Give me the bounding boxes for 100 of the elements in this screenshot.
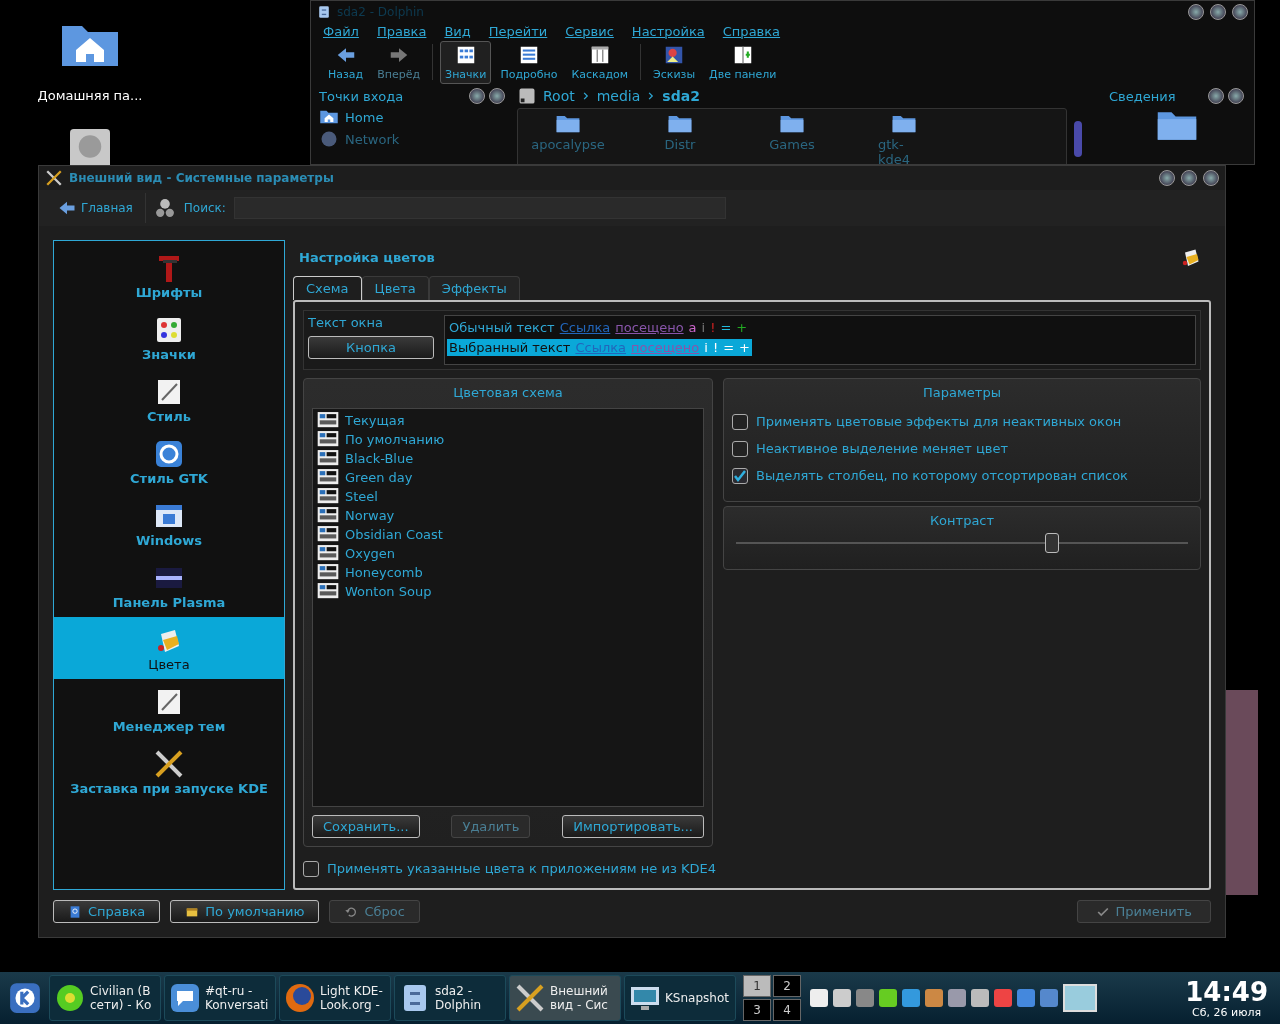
help-button[interactable]: Справка: [53, 900, 161, 923]
clock-time[interactable]: 14:49: [1185, 977, 1268, 1006]
window-text-sample: Текст окна: [308, 315, 384, 330]
list-item[interactable]: Текущая: [317, 411, 699, 430]
desktop-icon-label[interactable]: Домашняя па...: [37, 88, 143, 103]
sidebar-item[interactable]: Шрифты: [54, 245, 284, 307]
tab[interactable]: Цвета: [361, 276, 429, 300]
sample-text: =: [720, 320, 732, 335]
clock-date: Сб, 26 июля: [1192, 1005, 1262, 1019]
sidebar-item[interactable]: Заставка при запуске KDE: [54, 741, 284, 803]
sidebar-item[interactable]: Значки: [54, 307, 284, 369]
list-item[interactable]: Wonton Soup: [317, 582, 699, 601]
list-item[interactable]: Norway: [317, 506, 699, 525]
group-title: Параметры: [922, 384, 1002, 402]
list-item[interactable]: Oxygen: [317, 544, 699, 563]
close-button[interactable]: [489, 88, 505, 104]
action-button[interactable]: Импортировать...: [562, 815, 704, 838]
sidebar-item[interactable]: Менеджер тем: [54, 679, 284, 741]
menu-item[interactable]: Правка: [376, 24, 427, 39]
breadcrumb-item[interactable]: media: [596, 88, 641, 104]
action-button[interactable]: Сохранить...: [312, 815, 420, 838]
breadcrumb-item[interactable]: sda2: [662, 88, 700, 104]
speech-bubble-icon: [169, 982, 201, 1014]
drive-icon: [517, 86, 537, 106]
breadcrumb-item[interactable]: Root: [543, 88, 575, 104]
desktop-pager-button[interactable]: 4: [773, 999, 801, 1021]
task-button[interactable]: Civilian (В сети) - Ко: [49, 975, 161, 1021]
minimize-button[interactable]: [1188, 4, 1204, 20]
list-item[interactable]: Green day: [317, 468, 699, 487]
checkbox[interactable]: [303, 860, 319, 877]
task-label: Look.org -: [320, 998, 381, 1012]
slider-thumb[interactable]: [1045, 533, 1060, 553]
close-button[interactable]: [1203, 170, 1219, 186]
task-button[interactable]: #qt-ru - Konversati: [164, 975, 276, 1021]
window-title: Внешний вид - Системные параметры: [69, 171, 334, 185]
task-label: вид - Сис: [550, 998, 608, 1012]
task-button[interactable]: Light KDE- Look.org -: [279, 975, 391, 1021]
menu-item[interactable]: Справка: [722, 24, 781, 39]
menu-item[interactable]: Настройка: [631, 24, 705, 39]
task-label: Konversati: [205, 998, 269, 1012]
checkbox[interactable]: [732, 467, 748, 484]
flower-icon: [54, 982, 86, 1014]
close-button[interactable]: [1228, 88, 1244, 104]
desktop-pager-button[interactable]: 3: [743, 999, 771, 1021]
checkbox[interactable]: [732, 440, 748, 457]
float-button[interactable]: [469, 88, 485, 104]
checkbox-label: Применять указанные цвета к приложениям не из KDE4: [327, 861, 716, 876]
list-item[interactable]: Steel: [317, 487, 699, 506]
scrollbar[interactable]: [1074, 121, 1082, 157]
toolbar-button[interactable]: Подробно: [495, 40, 563, 84]
desktop-pager-button[interactable]: 1: [743, 975, 771, 997]
checkbox-label: Применять цветовые эффекты для неактивных окон: [756, 414, 1122, 429]
sample-text: !: [712, 340, 719, 355]
menu-item[interactable]: Файл: [323, 24, 359, 39]
task-button[interactable]: KSnapshot: [624, 975, 736, 1021]
tab[interactable]: Схема: [293, 276, 362, 300]
sample-text: =: [723, 340, 735, 355]
toolbar-button[interactable]: Эскизы: [648, 40, 701, 84]
tab[interactable]: Эффекты: [428, 276, 520, 300]
checkbox-label: Выделять столбец, по которому отсортирован список: [756, 468, 1128, 483]
menu-item[interactable]: Вид: [444, 24, 471, 39]
list-item[interactable]: По умолчанию: [317, 430, 699, 449]
toolbar-button[interactable]: Значки: [440, 40, 492, 84]
maximize-button[interactable]: [1181, 170, 1197, 186]
sample-text: +: [736, 320, 748, 335]
sidebar-item[interactable]: Windows: [54, 493, 284, 555]
sample-text: а: [688, 320, 697, 335]
list-item[interactable]: Black-Blue: [317, 449, 699, 468]
checkbox-label: Неактивное выделение меняет цвет: [756, 441, 1009, 456]
sidebar-item[interactable]: Панель Plasma: [54, 555, 284, 617]
close-button[interactable]: [1232, 4, 1248, 20]
toolbar-button[interactable]: Две панели: [704, 40, 782, 84]
list-item[interactable]: Obsidian Coast: [317, 525, 699, 544]
menu-item[interactable]: Перейти: [488, 24, 548, 39]
checkbox[interactable]: [732, 413, 748, 430]
place-item[interactable]: Home: [319, 106, 505, 128]
toolbar-button[interactable]: Назад: [323, 40, 369, 84]
task-label: KSnapshot: [665, 991, 729, 1005]
task-label: Civilian (В: [90, 984, 152, 998]
tools-icon: [514, 982, 546, 1014]
group-title: Цветовая схема: [452, 384, 564, 402]
sample-button[interactable]: Кнопка: [308, 336, 434, 359]
file-cabinet-icon: [317, 5, 331, 19]
sidebar-item[interactable]: Стиль GTK: [54, 431, 284, 493]
task-button[interactable]: sda2 - Dolphin: [394, 975, 506, 1021]
maximize-button[interactable]: [1210, 4, 1226, 20]
float-button[interactable]: [1208, 88, 1224, 104]
footer-button[interactable]: По умолчанию: [170, 900, 320, 923]
list-item[interactable]: Honeycomb: [317, 563, 699, 582]
task-button[interactable]: Внешний вид - Сис: [509, 975, 621, 1021]
minimize-button[interactable]: [1159, 170, 1175, 186]
desktop-pager-button[interactable]: 2: [773, 975, 801, 997]
toolbar-button[interactable]: Каскадом: [566, 40, 634, 84]
help-icon: [68, 904, 82, 919]
home-button[interactable]: Главная: [53, 196, 137, 220]
group-title: Контраст: [928, 512, 996, 530]
menu-item[interactable]: Сервис: [565, 24, 614, 39]
link[interactable]: посещено: [615, 320, 684, 335]
sidebar-item[interactable]: Стиль: [54, 369, 284, 431]
sidebar-item[interactable]: Цвета: [54, 617, 284, 679]
